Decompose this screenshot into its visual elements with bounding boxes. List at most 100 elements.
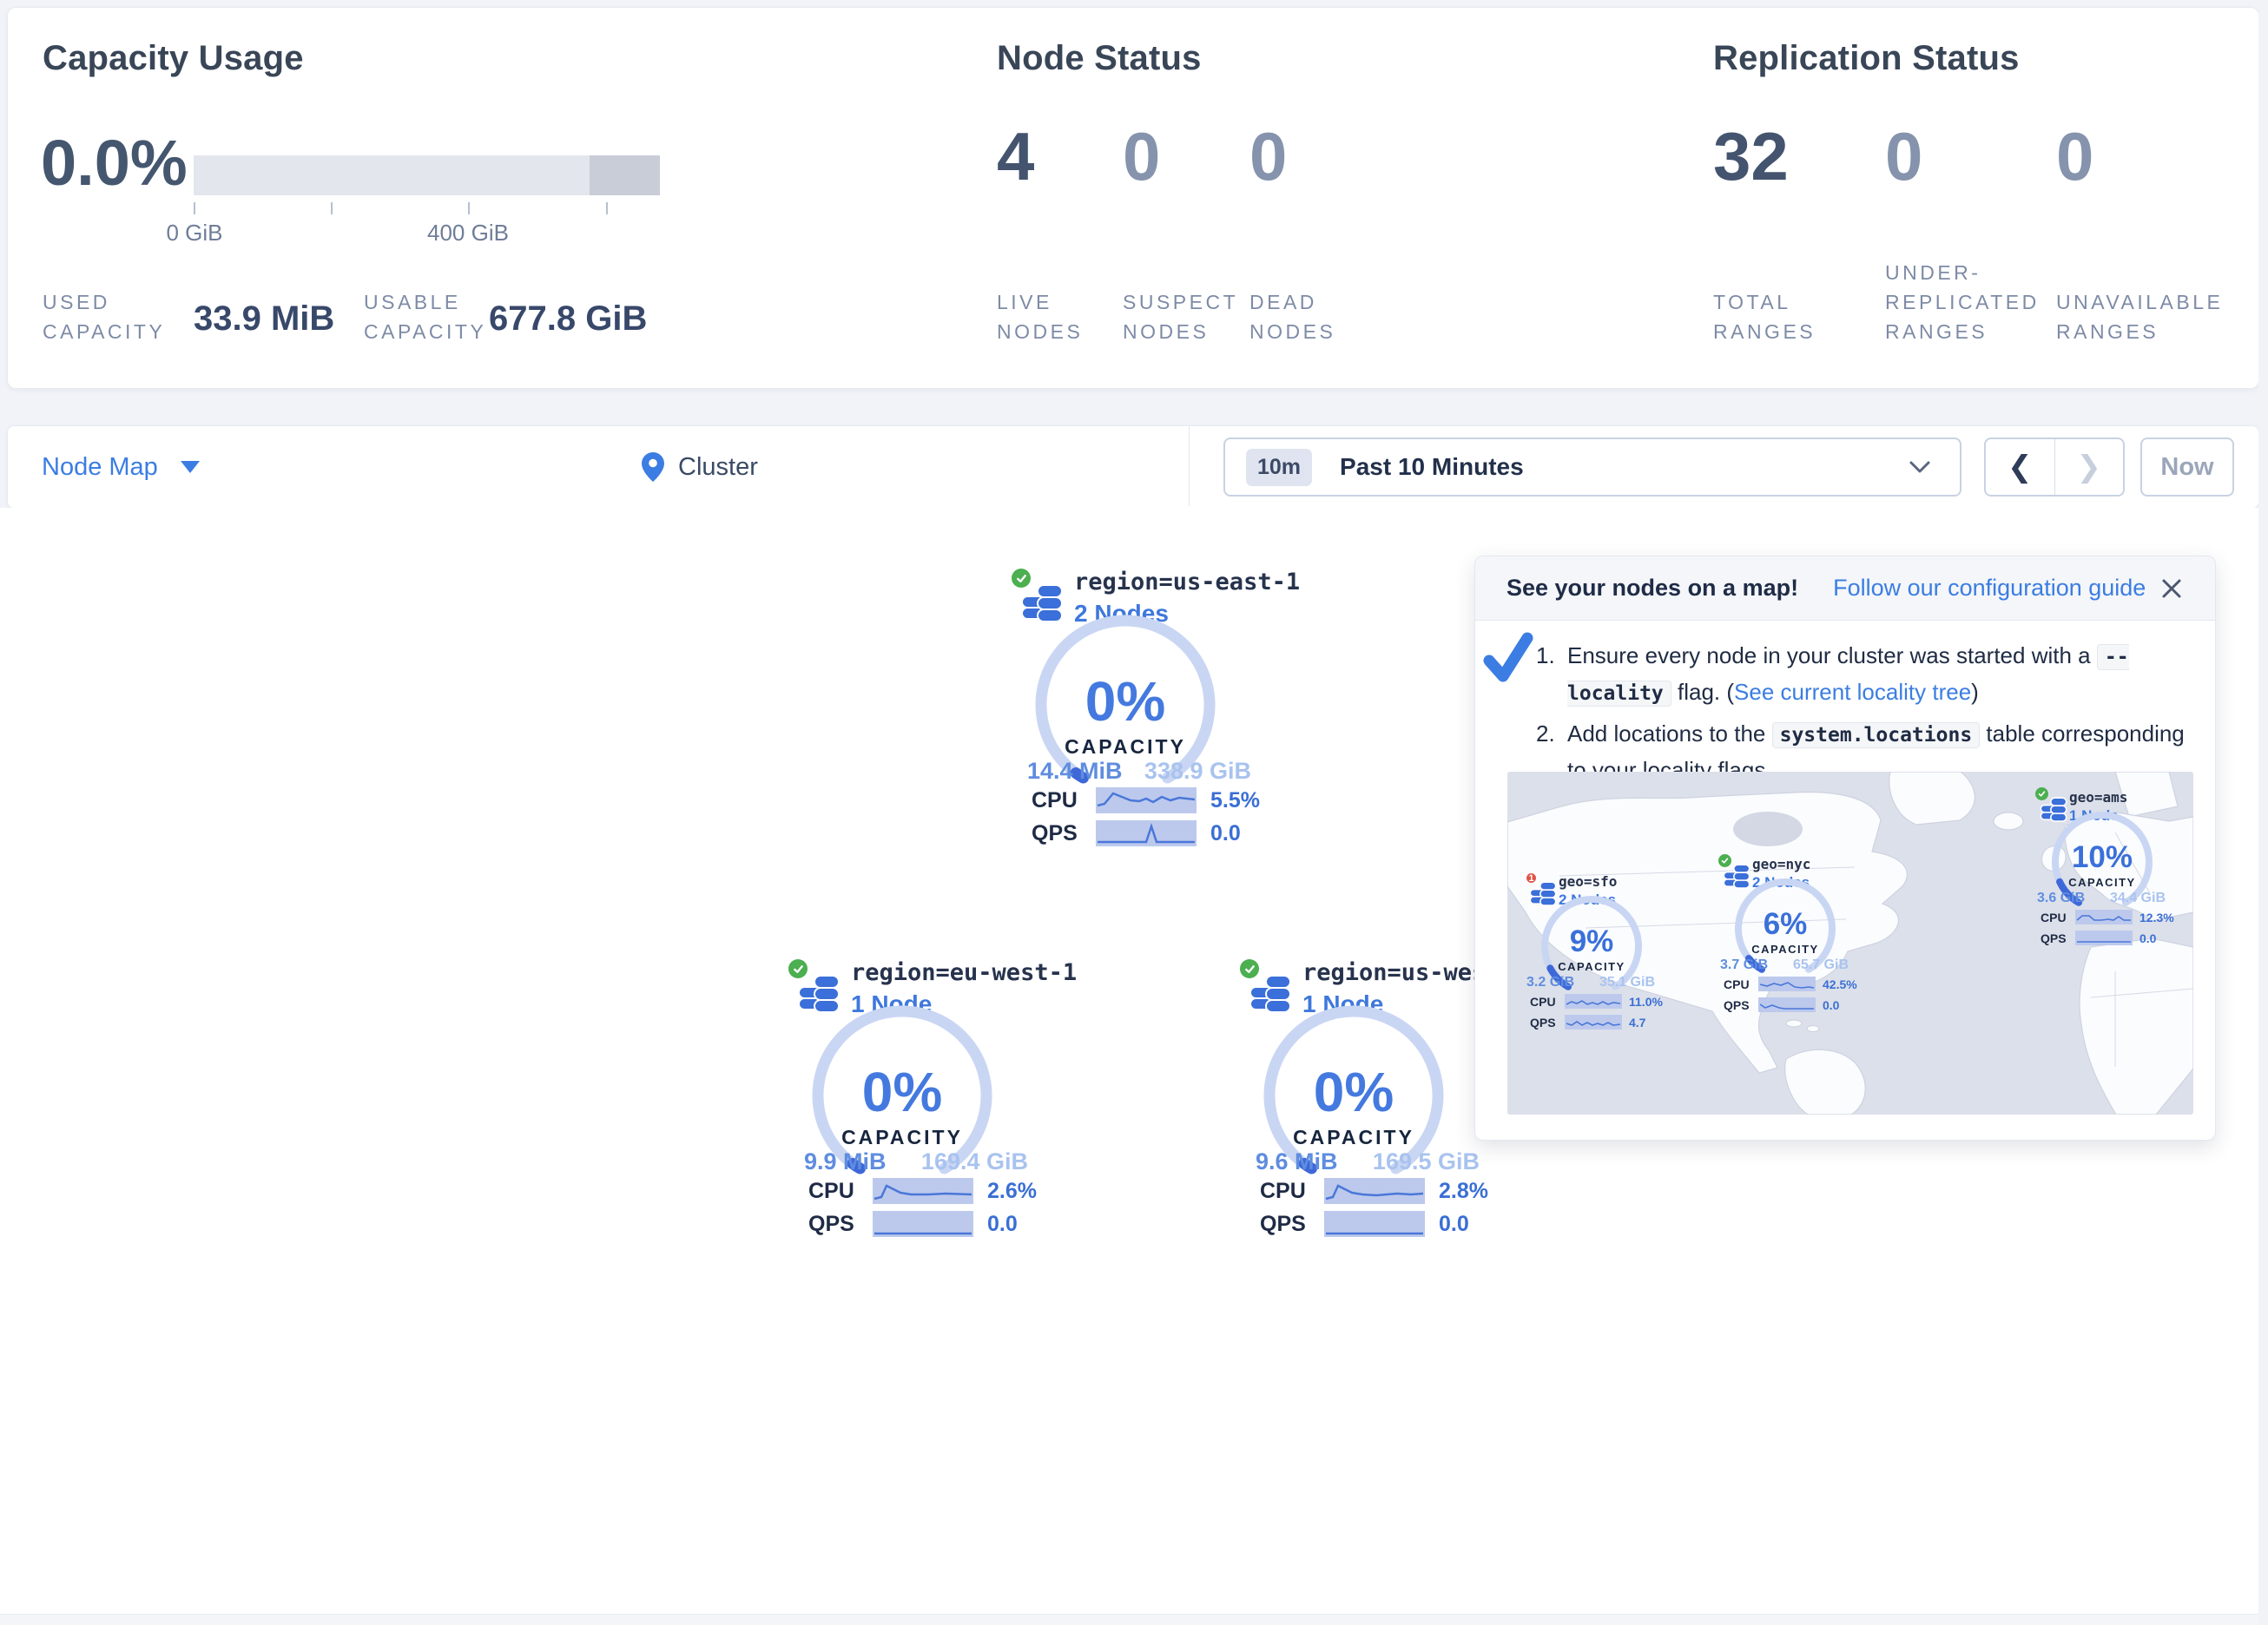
- step-1-text: Ensure every node in your cluster was st…: [1567, 638, 2186, 711]
- capacity-tick-0: 0 GiB: [125, 220, 264, 247]
- used-capacity-value: 33.9 MiB: [194, 299, 334, 339]
- capacity-bar: [194, 155, 660, 195]
- now-button[interactable]: Now: [2140, 438, 2234, 497]
- toolbar-divider: [1189, 426, 1190, 506]
- capacity-percent: 6%: [1716, 907, 1855, 942]
- node-status-title: Node Status: [997, 39, 1202, 78]
- capacity-caption: CAPACITY: [815, 1126, 989, 1149]
- configuration-guide-link[interactable]: Follow our configuration guide: [1833, 575, 2146, 602]
- cpu-sparkline: [2075, 910, 2133, 924]
- region-widget-us-east-1[interactable]: region=us-east-1 2 Nodes 0% CAPACITY 14.…: [1012, 569, 1265, 855]
- qps-sparkline: [1758, 997, 1816, 1012]
- capacity-percent: 10%: [2033, 840, 2172, 875]
- cpu-value: 42.5%: [1823, 977, 1857, 991]
- cpu-sparkline: [1324, 1178, 1425, 1204]
- capacity-percent: 0.0%: [41, 131, 188, 195]
- world-map-preview: 1 geo=sfo 2 Nodes 9% CAPACITY 3.2 GiB: [1507, 772, 2193, 1115]
- qps-value: 0.0: [1439, 1212, 1469, 1237]
- next-section-edge: [0, 1614, 2268, 1625]
- qps-sparkline: [2075, 931, 2133, 945]
- capacity-total: 35.1 GiB: [1599, 975, 1655, 990]
- cpu-label: CPU: [1530, 995, 1558, 1009]
- time-forward-button[interactable]: ❯: [2055, 439, 2124, 495]
- time-range-select[interactable]: 10m Past 10 Minutes: [1223, 438, 1961, 497]
- capacity-percent: 9%: [1522, 924, 1661, 959]
- locality-tree-link[interactable]: See current locality tree: [1734, 679, 1971, 705]
- capacity-caption: CAPACITY: [1267, 1126, 1441, 1149]
- capacity-caption: CAPACITY: [1716, 943, 1855, 956]
- qps-label: QPS: [1530, 1016, 1558, 1030]
- geo-locality-label: geo=ams: [2069, 789, 2127, 806]
- cpu-sparkline: [1758, 977, 1816, 991]
- suspect-nodes-count: 0: [1123, 122, 1160, 190]
- cpu-label: CPU: [1724, 977, 1751, 991]
- qps-label: QPS: [1260, 1212, 1310, 1237]
- close-icon[interactable]: [2159, 576, 2184, 601]
- chevron-down-icon: [1909, 461, 1930, 473]
- popup-steps: 1. Ensure every node in your cluster was…: [1536, 638, 2186, 793]
- cpu-row: CPU 11.0%: [1530, 994, 1663, 1009]
- replication-status-title: Replication Status: [1713, 39, 2020, 78]
- time-range-label: Past 10 Minutes: [1340, 453, 1524, 481]
- capacity-used: 3.7 GiB: [1720, 957, 1768, 973]
- location-pin-icon: [642, 452, 664, 482]
- breadcrumb[interactable]: Cluster: [642, 426, 758, 508]
- geo-node-sfo: 1 geo=sfo 2 Nodes 9% CAPACITY 3.2 GiB: [1525, 872, 1658, 1033]
- cpu-label: CPU: [1032, 788, 1082, 813]
- geo-node-nyc: geo=nyc 2 Nodes 6% CAPACITY 3.7 GiB 65.7…: [1718, 854, 1852, 1016]
- cpu-row: CPU 2.6%: [808, 1178, 1037, 1204]
- cpu-row: CPU 5.5%: [1032, 787, 1260, 813]
- qps-sparkline: [873, 1211, 973, 1237]
- breadcrumb-cluster: Cluster: [678, 453, 758, 482]
- view-toolbar: Node Map Cluster 10m Past 10 Minutes ❮ ❯…: [7, 425, 2259, 509]
- region-widget-eu-west-1[interactable]: region=eu-west-1 1 Node 0% CAPACITY 9.9 …: [788, 959, 1042, 1246]
- capacity-total: 169.5 GiB: [1373, 1148, 1480, 1175]
- capacity-usage-title: Capacity Usage: [43, 39, 304, 78]
- cpu-label: CPU: [808, 1179, 859, 1204]
- qps-label: QPS: [1724, 998, 1751, 1012]
- capacity-total: 338.9 GiB: [1144, 758, 1251, 785]
- qps-value: 0.0: [1823, 998, 1839, 1012]
- view-selector-label: Node Map: [42, 453, 158, 482]
- scrollbar-track[interactable]: [2258, 0, 2268, 1625]
- cpu-row: CPU 42.5%: [1724, 977, 1857, 991]
- unavailable-count: 0: [2056, 122, 2093, 190]
- used-capacity-label: USED CAPACITY: [43, 277, 165, 346]
- capacity-used: 14.4 MiB: [1027, 758, 1123, 785]
- qps-value: 0.0: [987, 1212, 1018, 1237]
- cpu-sparkline: [1096, 787, 1197, 813]
- capacity-tick-400: 400 GiB: [399, 220, 537, 247]
- qps-sparkline: [1096, 820, 1197, 846]
- qps-label: QPS: [2041, 931, 2068, 945]
- cpu-row: CPU 12.3%: [2041, 910, 2174, 924]
- qps-label: QPS: [1032, 821, 1082, 846]
- geo-locality-label: geo=nyc: [1752, 856, 1810, 872]
- cpu-value: 5.5%: [1210, 788, 1260, 813]
- qps-row: QPS 0.0: [1032, 820, 1241, 846]
- usable-capacity-value: 677.8 GiB: [489, 299, 647, 339]
- live-nodes-count: 4: [997, 122, 1034, 190]
- qps-row: QPS 0.0: [1724, 997, 1839, 1012]
- view-selector-dropdown[interactable]: Node Map: [42, 426, 200, 508]
- live-nodes-label: LIVE NODES: [997, 268, 1083, 346]
- cpu-label: CPU: [2041, 911, 2068, 924]
- dead-nodes-label: DEAD NODES: [1249, 268, 1335, 346]
- qps-value: 4.7: [1629, 1016, 1645, 1030]
- region-widget-us-west-1[interactable]: region=us-west-1 1 Node 0% CAPACITY 9.6 …: [1240, 959, 1493, 1246]
- under-replicated-count: 0: [1885, 122, 1922, 190]
- step-1: 1. Ensure every node in your cluster was…: [1536, 638, 2186, 711]
- time-back-button[interactable]: ❮: [1986, 439, 2055, 495]
- cpu-sparkline: [873, 1178, 973, 1204]
- cpu-value: 12.3%: [2139, 911, 2174, 924]
- time-range-badge: 10m: [1246, 449, 1312, 486]
- qps-sparkline: [1565, 1015, 1622, 1030]
- capacity-bar-reserved: [590, 155, 660, 195]
- cpu-value: 11.0%: [1629, 995, 1663, 1009]
- usable-capacity-label: USABLE CAPACITY: [364, 277, 486, 346]
- capacity-total: 65.7 GiB: [1793, 957, 1849, 973]
- geo-locality-label: geo=sfo: [1559, 873, 1617, 890]
- dead-nodes-count: 0: [1249, 122, 1287, 190]
- step-done-check-icon: [1482, 631, 1534, 685]
- region-locality-label: region=eu-west-1: [851, 959, 1077, 986]
- total-ranges-count: 32: [1713, 122, 1789, 190]
